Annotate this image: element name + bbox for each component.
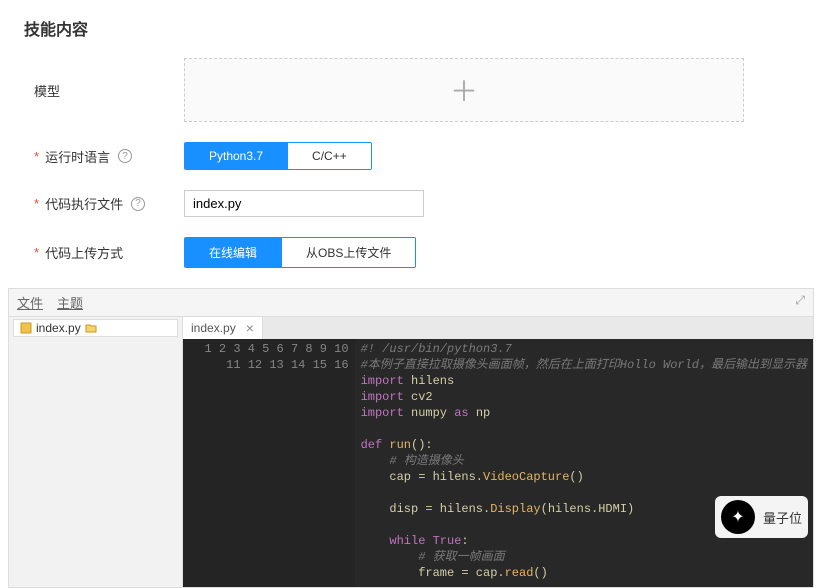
menu-theme[interactable]: 主题	[57, 293, 83, 312]
file-tree: index.py	[9, 317, 183, 587]
section-title: 技能内容	[24, 16, 798, 40]
code-area[interactable]: 1 2 3 4 5 6 7 8 9 10 11 12 13 14 15 16 #…	[183, 339, 813, 587]
plus-icon: ＋	[450, 70, 478, 110]
folder-icon	[85, 322, 97, 334]
row-model: 模型 ＋	[24, 58, 798, 122]
tab-indexpy[interactable]: index.py ×	[183, 317, 263, 339]
line-gutter: 1 2 3 4 5 6 7 8 9 10 11 12 13 14 15 16	[183, 339, 355, 587]
upload-segmented: 在线编辑 从OBS上传文件	[184, 237, 416, 268]
label-execfile: 代码执行文件	[45, 194, 123, 213]
upload-option-obs[interactable]: 从OBS上传文件	[281, 238, 415, 267]
help-icon[interactable]: ?	[131, 197, 145, 211]
execfile-input[interactable]	[184, 190, 424, 217]
code-lines: #! /usr/bin/python3.7 #本例子直接拉取摄像头画面帧，然后在…	[355, 339, 813, 587]
menu-file[interactable]: 文件	[17, 293, 43, 312]
upload-option-online[interactable]: 在线编辑	[185, 238, 281, 267]
file-icon	[20, 322, 32, 334]
brand-label: 量子位	[763, 508, 802, 527]
required-mark: *	[34, 245, 39, 260]
editor-tabs: index.py ×	[183, 317, 813, 339]
code-editor: 文件 主题 ⤢ index.py index.py × 1 2 3 4 5 6 …	[8, 288, 814, 588]
close-icon[interactable]: ×	[246, 320, 254, 336]
runtime-option-python[interactable]: Python3.7	[185, 143, 287, 169]
row-upload: * 代码上传方式 在线编辑 从OBS上传文件	[24, 237, 798, 268]
code-pane: index.py × 1 2 3 4 5 6 7 8 9 10 11 12 13…	[183, 317, 813, 587]
required-mark: *	[34, 196, 39, 211]
expand-icon[interactable]: ⤢	[795, 293, 805, 308]
required-mark: *	[34, 149, 39, 164]
help-icon[interactable]: ?	[118, 149, 132, 163]
avatar-icon: ✦	[721, 500, 755, 534]
editor-menu: 文件 主题 ⤢	[9, 289, 813, 317]
model-dropzone[interactable]: ＋	[184, 58, 744, 122]
row-runtime: * 运行时语言 ? Python3.7 C/C++	[24, 142, 798, 170]
runtime-option-cpp[interactable]: C/C++	[287, 143, 371, 169]
runtime-segmented: Python3.7 C/C++	[184, 142, 372, 170]
label-model: 模型	[24, 81, 184, 100]
label-upload: 代码上传方式	[45, 243, 123, 262]
label-runtime: 运行时语言	[45, 147, 110, 166]
row-execfile: * 代码执行文件 ?	[24, 190, 798, 217]
wechat-brand: ✦ 量子位	[715, 496, 808, 538]
tree-item-indexpy[interactable]: index.py	[13, 319, 178, 337]
